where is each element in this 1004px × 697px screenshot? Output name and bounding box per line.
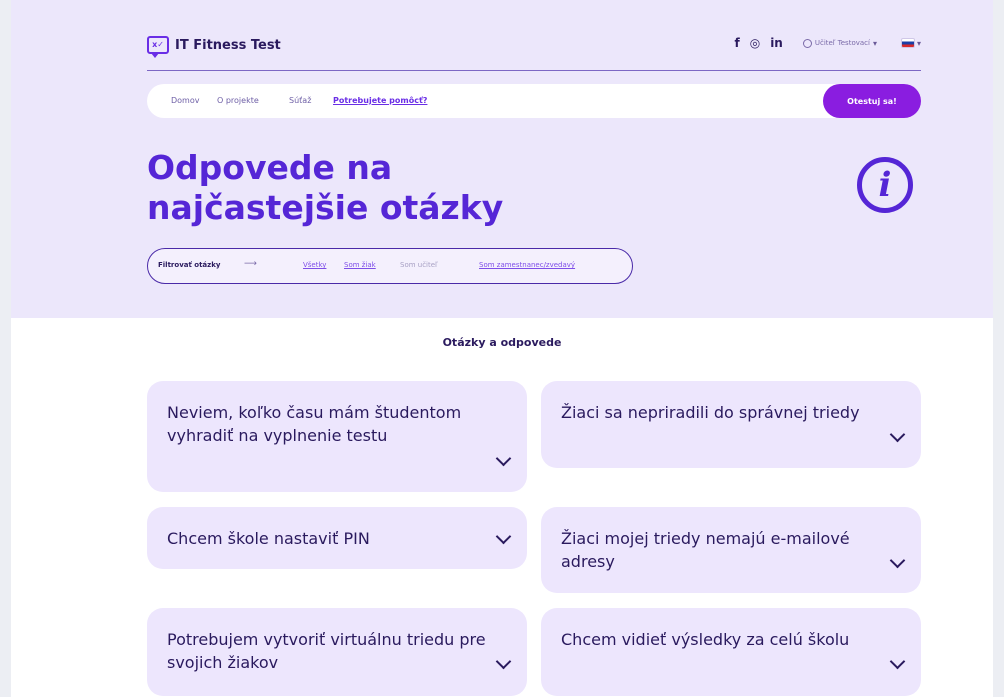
faq-question: Potrebujem vytvoriť virtuálnu triedu pre… bbox=[167, 630, 486, 672]
faq-item[interactable]: Žiaci mojej triedy nemajú e-mailové adre… bbox=[541, 507, 921, 593]
user-menu[interactable]: Učiteľ Testovací ▾ bbox=[802, 38, 877, 48]
facebook-icon[interactable]: f bbox=[734, 36, 739, 50]
language-flag-icon[interactable] bbox=[900, 38, 915, 48]
info-icon: i bbox=[857, 157, 913, 213]
faq-question: Chcem vidieť výsledky za celú školu bbox=[561, 630, 850, 649]
main-nav: Domov O projekte Súťaž Potrebujete pomôc… bbox=[147, 84, 921, 118]
filter-option-employee-curious[interactable]: Som zamestnanec/zvedavý bbox=[479, 261, 575, 269]
nav-item-home[interactable]: Domov bbox=[171, 96, 199, 105]
faq-question: Žiaci mojej triedy nemajú e-mailové adre… bbox=[561, 529, 850, 571]
page-title-line-2: najčastejšie otázky bbox=[147, 188, 504, 227]
wave-divider bbox=[11, 306, 993, 316]
chevron-down-icon bbox=[889, 552, 906, 569]
page-title-line-1: Odpovede na bbox=[147, 148, 393, 187]
header-actions: f ◎ in Učiteľ Testovací ▾ ▾ bbox=[734, 36, 921, 50]
nav-item-about[interactable]: O projekte bbox=[217, 96, 259, 105]
logo-text: IT Fitness Test bbox=[175, 37, 281, 53]
faq-item[interactable]: Žiaci sa nepriradili do správnej triedy bbox=[541, 381, 921, 468]
faq-section-title: Otázky a odpovede bbox=[442, 336, 562, 349]
faq-item[interactable]: Neviem, koľko času mám študentom vyhradi… bbox=[147, 381, 527, 492]
faq-question: Chcem škole nastaviť PIN bbox=[167, 529, 370, 548]
filter-label: Filtrovať otázky bbox=[158, 261, 221, 269]
chevron-down-icon bbox=[889, 426, 906, 443]
nav-item-help[interactable]: Potrebujete pomôcť? bbox=[333, 96, 427, 105]
page-title: Odpovede na najčastejšie otázky bbox=[147, 148, 707, 228]
linkedin-icon[interactable]: in bbox=[770, 36, 783, 50]
logo[interactable]: x✓ IT Fitness Test bbox=[147, 36, 281, 58]
faq-item[interactable]: Chcem vidieť výsledky za celú školu bbox=[541, 608, 921, 696]
user-icon bbox=[802, 38, 812, 48]
chevron-down-icon bbox=[495, 528, 512, 545]
filter-option-teacher[interactable]: Som učiteľ bbox=[400, 261, 438, 269]
page: x✓ IT Fitness Test f ◎ in Učiteľ Testova… bbox=[11, 0, 993, 697]
nav-item-competition[interactable]: Súťaž bbox=[289, 96, 311, 105]
question-filter: Filtrovať otázky ⟶ Všetky Som žiak Som u… bbox=[147, 248, 633, 284]
chevron-down-icon bbox=[889, 653, 906, 670]
chevron-down-icon: ▾ bbox=[872, 38, 877, 48]
instagram-icon[interactable]: ◎ bbox=[750, 36, 760, 50]
faq-item[interactable]: Potrebujem vytvoriť virtuálnu triedu pre… bbox=[147, 608, 527, 696]
chevron-down-icon bbox=[495, 450, 512, 467]
faq-question: Žiaci sa nepriradili do správnej triedy bbox=[561, 403, 860, 422]
language-chevron-down-icon[interactable]: ▾ bbox=[917, 39, 921, 48]
test-yourself-button[interactable]: Otestuj sa! bbox=[823, 84, 921, 118]
chevron-down-icon bbox=[495, 653, 512, 670]
user-name: Učiteľ Testovací bbox=[814, 39, 870, 47]
logo-icon: x✓ bbox=[147, 36, 169, 58]
faq-item[interactable]: Chcem škole nastaviť PIN bbox=[147, 507, 527, 569]
filter-option-student[interactable]: Som žiak bbox=[344, 261, 376, 269]
header-divider bbox=[147, 70, 921, 71]
filter-option-all[interactable]: Všetky bbox=[303, 261, 326, 269]
faq-question: Neviem, koľko času mám študentom vyhradi… bbox=[167, 403, 462, 445]
arrow-right-icon: ⟶ bbox=[244, 259, 257, 269]
